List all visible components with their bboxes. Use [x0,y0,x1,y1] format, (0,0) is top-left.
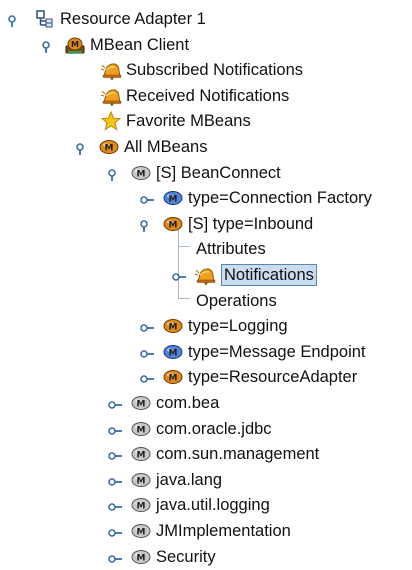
tree-node-com-bea[interactable]: Mcom.bea [0,390,412,416]
tree-node-label[interactable]: Received Notifications [124,86,291,106]
tree-node-all-mbeans[interactable]: M All MBeans [0,134,412,160]
star-icon [100,111,122,131]
tree-node-label[interactable]: Operations [194,291,279,311]
svg-text:M: M [137,477,146,487]
tree-node-label[interactable]: com.sun.management [154,444,321,464]
tree-node-com-sun-management[interactable]: Mcom.sun.management [0,441,412,467]
mbean-tree: Resource Adapter 1 M MBean Client Subscribe… [0,0,412,566]
mbean-blue-icon: M [162,188,184,208]
tree-node-label[interactable]: Subscribed Notifications [124,60,305,80]
tree-node-logging-type[interactable]: Mtype=Logging [0,313,412,339]
mbean-client-icon: M [64,35,86,55]
tree-node-java-util-logging[interactable]: Mjava.util.logging [0,492,412,518]
expand-handle-icon[interactable] [108,448,122,460]
svg-text:M: M [71,40,79,49]
collapse-handle-icon[interactable] [8,13,22,27]
tree-node-label[interactable]: type=ResourceAdapter [186,367,359,387]
svg-text:M: M [105,144,114,154]
tree-node-notifications[interactable]: Notifications [0,262,412,288]
tree-node-mbean-client[interactable]: M MBean Client [0,32,412,58]
svg-text:M: M [169,195,178,205]
expand-handle-icon[interactable] [108,525,122,537]
mbean-orange-icon: M [162,316,184,336]
svg-text:M: M [137,528,146,538]
svg-text:M: M [169,323,178,333]
bell-icon [100,60,122,80]
svg-text:M: M [137,554,146,564]
mbean-gray-icon: M [130,495,152,515]
tree-node-resource-adapter[interactable]: Resource Adapter 1 [0,6,412,32]
tree-node-security[interactable]: M Security [0,544,412,570]
tree-node-message-endpoint[interactable]: Mtype=Message Endpoint [0,339,412,365]
mbean-gray-icon: M [130,547,152,567]
tree-node-label[interactable]: Favorite MBeans [124,111,253,131]
collapse-handle-icon[interactable] [42,39,56,53]
mbean-orange-icon: M [162,214,184,234]
svg-text:M: M [169,221,178,231]
mbean-gray-icon: M [130,393,152,413]
expand-handle-icon[interactable] [140,192,154,204]
expand-handle-icon[interactable] [108,474,122,486]
tree-node-label[interactable]: JMImplementation [154,521,293,541]
mbean-orange-icon: M [98,137,120,157]
expand-handle-icon[interactable] [108,423,122,435]
collapse-handle-icon[interactable] [108,167,122,181]
svg-text:M: M [137,426,146,436]
svg-text:M: M [137,502,146,512]
tree-node-label[interactable]: type=Message Endpoint [186,342,368,362]
expand-handle-icon[interactable] [140,371,154,383]
tree-node-label[interactable]: [S] BeanConnect [154,163,283,183]
expand-handle-icon[interactable] [140,346,154,358]
tree-node-label[interactable]: type=Logging [186,316,290,336]
adapter-tree-icon [34,9,56,29]
expand-handle-icon[interactable] [108,397,122,409]
tree-node-jmimplementation[interactable]: M JMImplementation [0,518,412,544]
tree-node-inbound[interactable]: M [S] type=Inbound [0,211,412,237]
tree-node-label[interactable]: All MBeans [122,137,209,157]
expand-handle-icon[interactable] [108,551,122,563]
bell-icon [194,265,216,285]
expand-handle-icon[interactable] [140,320,154,332]
tree-node-label[interactable]: java.util.logging [154,495,272,515]
svg-text:M: M [137,400,146,410]
svg-text:M: M [137,170,146,180]
expand-handle-icon[interactable] [108,499,122,511]
tree-node-label[interactable]: MBean Client [88,35,191,55]
tree-node-resource-adapter-type[interactable]: Mtype=ResourceAdapter [0,364,412,390]
tree-node-label[interactable]: java.lang [154,470,224,490]
tree-node-java-lang[interactable]: Mjava.lang [0,467,412,493]
collapse-handle-icon[interactable] [76,141,90,155]
collapse-handle-icon[interactable] [140,218,154,232]
mbean-blue-icon: M [162,342,184,362]
mbean-orange-icon: M [162,367,184,387]
expand-handle-icon[interactable] [172,269,186,281]
tree-node-subscribed-notifications[interactable]: Subscribed Notifications [0,57,412,83]
mbean-gray-icon: M [130,419,152,439]
mbean-gray-icon: M [130,444,152,464]
tree-node-received-notifications[interactable]: Received Notifications [0,83,412,109]
tree-node-connection-factory[interactable]: Mtype=Connection Factory [0,185,412,211]
mbean-gray-icon: M [130,521,152,541]
mbean-gray-icon: M [130,470,152,490]
tree-node-favorite-mbeans[interactable]: Favorite MBeans [0,108,412,134]
tree-node-label[interactable]: com.bea [154,393,221,413]
tree-node-label[interactable]: Security [154,547,218,567]
tree-node-operations[interactable]: Operations [0,288,412,314]
tree-node-label[interactable]: Attributes [194,239,268,259]
svg-text:M: M [169,349,178,359]
tree-node-label[interactable]: [S] type=Inbound [186,214,315,234]
tree-node-label[interactable]: Notifications [221,264,317,286]
svg-text:M: M [137,451,146,461]
svg-text:M: M [169,374,178,384]
tree-node-label[interactable]: type=Connection Factory [186,188,374,208]
bell-icon [100,86,122,106]
tree-node-beanconnect[interactable]: M [S] BeanConnect [0,160,412,186]
tree-node-label[interactable]: Resource Adapter 1 [58,9,208,29]
tree-node-attributes[interactable]: Attributes [0,236,412,262]
tree-node-label[interactable]: com.oracle.jdbc [154,419,274,439]
tree-node-com-oracle-jdbc[interactable]: Mcom.oracle.jdbc [0,416,412,442]
mbean-gray-icon: M [130,163,152,183]
